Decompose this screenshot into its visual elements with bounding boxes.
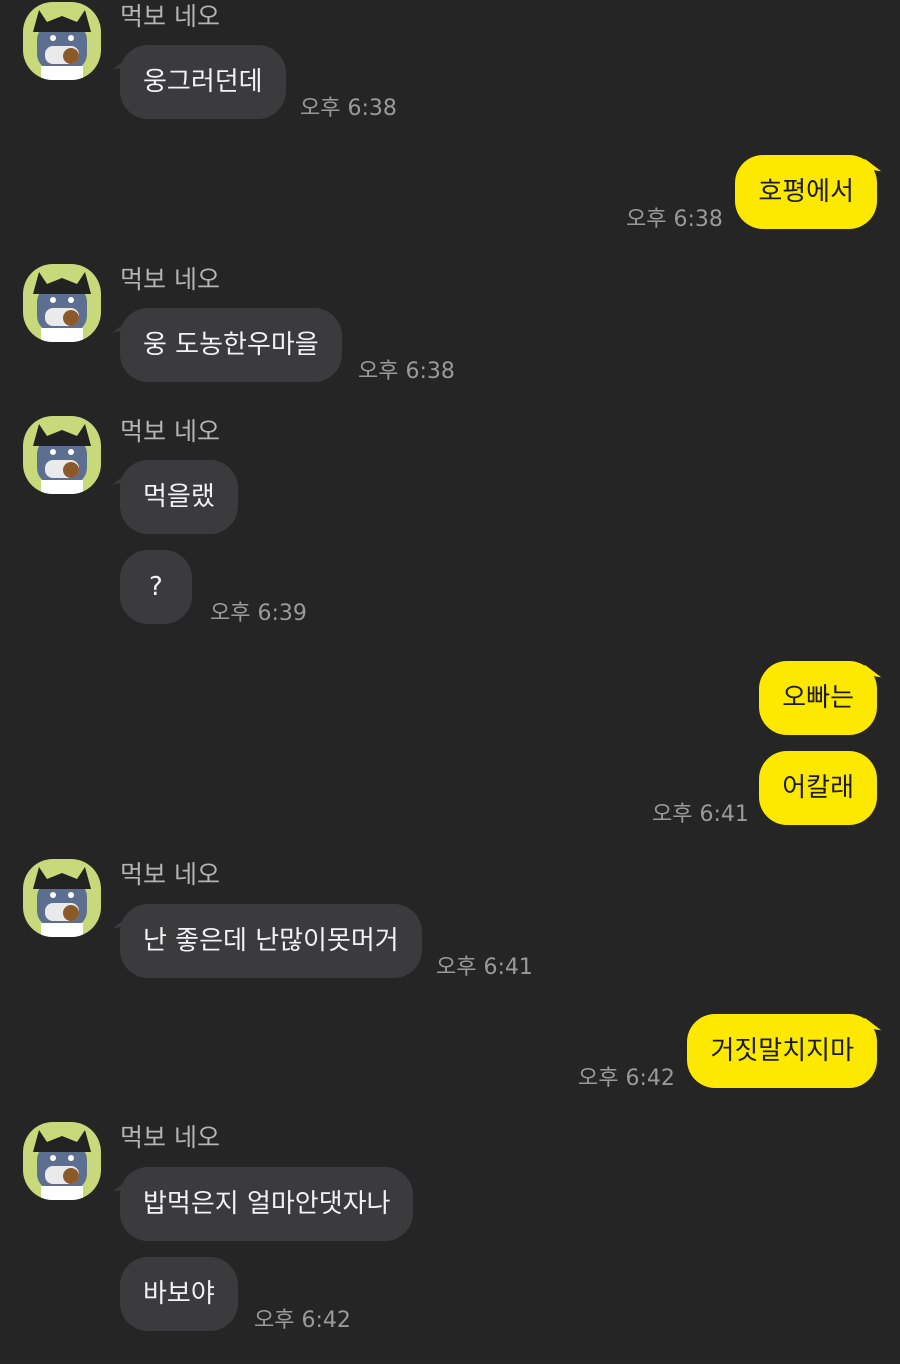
neo-cat-avatar-icon[interactable] xyxy=(23,416,101,494)
neo-cat-avatar-icon[interactable] xyxy=(23,2,101,80)
incoming-message-bubble[interactable]: 웅 도농한우마을 xyxy=(120,308,342,382)
outgoing-message-bubble[interactable]: 오빠는 xyxy=(759,661,877,735)
message-time: 오후 6:41 xyxy=(652,802,749,827)
incoming-message-bubble[interactable]: 밥먹은지 얼마안댓자나 xyxy=(120,1167,414,1241)
neo-cat-avatar-icon[interactable] xyxy=(23,1122,101,1200)
message-time: 오후 6:38 xyxy=(358,359,455,384)
sender-name: 먹보 네오 xyxy=(120,2,220,31)
chat-log: 먹보 네오 웅그러던데 오후 6:38 호평에서 오후 6:38 먹보 네오 웅… xyxy=(0,0,900,1364)
message-time: 오후 6:41 xyxy=(436,955,533,980)
incoming-message-bubble[interactable]: 바보야 xyxy=(120,1257,238,1331)
sender-name: 먹보 네오 xyxy=(120,417,220,446)
outgoing-message-bubble[interactable]: 거짓말치지마 xyxy=(687,1014,877,1088)
incoming-message-bubble[interactable]: 난 좋은데 난많이못머거 xyxy=(120,904,422,978)
message-time: 오후 6:39 xyxy=(210,601,307,626)
message-time: 오후 6:38 xyxy=(626,207,723,232)
message-time: 오후 6:42 xyxy=(578,1066,675,1091)
incoming-message-bubble[interactable]: ? xyxy=(120,550,192,624)
message-time: 오후 6:42 xyxy=(254,1308,351,1333)
outgoing-message-bubble[interactable]: 호평에서 xyxy=(735,155,877,229)
sender-name: 먹보 네오 xyxy=(120,1123,220,1152)
sender-name: 먹보 네오 xyxy=(120,860,220,889)
neo-cat-avatar-icon[interactable] xyxy=(23,859,101,937)
incoming-message-bubble[interactable]: 웅그러던데 xyxy=(120,45,286,119)
incoming-message-bubble[interactable]: 먹을랬 xyxy=(120,460,238,534)
neo-cat-avatar-icon[interactable] xyxy=(23,264,101,342)
outgoing-message-bubble[interactable]: 어칼래 xyxy=(759,751,877,825)
sender-name: 먹보 네오 xyxy=(120,265,220,294)
message-time: 오후 6:38 xyxy=(300,96,397,121)
